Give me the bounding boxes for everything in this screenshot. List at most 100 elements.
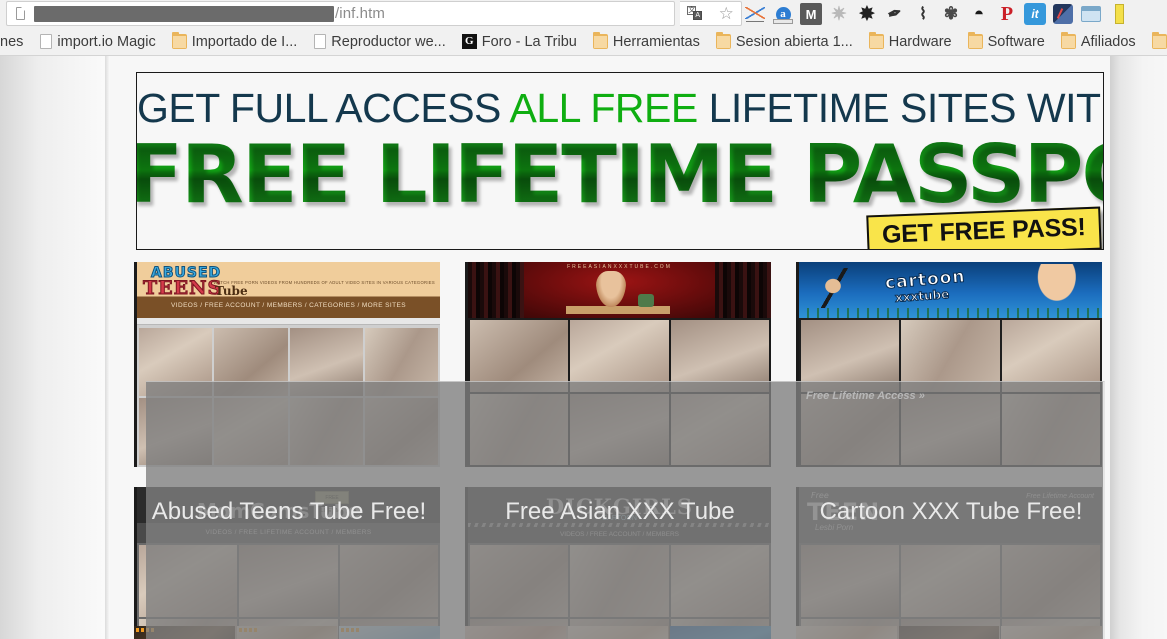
screen-capture-icon[interactable] (1080, 3, 1102, 25)
speed-dial-icon[interactable] (1052, 3, 1074, 25)
bookmarks-bar: nes import.io Magic Importado de I... Re… (0, 28, 1167, 56)
folder-icon (592, 32, 608, 49)
strip-thumbnail[interactable] (1001, 626, 1103, 639)
site-logo-line2: CARTOON (602, 515, 637, 522)
photo-tile (470, 545, 569, 617)
site-badge: FREE LIFETIME (315, 491, 349, 514)
strip-thumbnail[interactable] (796, 626, 897, 639)
url-redacted-block (34, 5, 334, 22)
magic-wand-icon[interactable]: ✒ (881, 0, 909, 28)
rating-dots-icon (136, 628, 154, 632)
strip-thumbnail[interactable] (898, 626, 1000, 639)
thumbnail-site-header: Free TEEN Lesbi Porn Free Lifetime Accou… (799, 487, 1102, 543)
seaweed-decor (799, 308, 1102, 318)
thumbnail-cartoon-xxx-tube[interactable]: cartoon xxxtube (796, 262, 1102, 467)
thumbnail-site-body (137, 318, 440, 467)
handbag-prop (638, 294, 654, 307)
pocket-owl-icon[interactable]: ◓ (968, 3, 990, 25)
bookmark-label: Sesion abierta 1... (735, 33, 853, 50)
thumbnail-site-header: cartoon xxxtube (799, 262, 1102, 318)
strip-thumbnail[interactable] (567, 626, 669, 639)
omnibox-row: /inf.htm 文A ☆ a M ✷ ✸ ✒ ⌇ ✾ ◓ P it (0, 0, 1167, 28)
bookmark-item-sesion-abierta[interactable]: Sesion abierta 1... (708, 30, 861, 54)
gmail-icon[interactable]: M (800, 3, 822, 25)
thumbnail-abused-teens-tube[interactable]: ABUSED TEENS Tube WATCH FREE PORN VIDEOS… (134, 262, 440, 467)
translate-icon[interactable]: 文A (687, 5, 704, 22)
amazon-price-icon[interactable]: a (772, 3, 794, 25)
gear-gray-icon[interactable]: ✷ (828, 3, 850, 25)
desk-lamp-icon[interactable]: ⌇ (912, 3, 934, 25)
bookmark-item-foro-la-tribu[interactable]: G Foro - La Tribu (454, 30, 585, 54)
address-bar[interactable]: /inf.htm (6, 1, 675, 26)
bookmark-label: Hardware (888, 33, 952, 50)
folder-icon (868, 32, 884, 49)
analytics-chart-icon[interactable] (744, 3, 766, 25)
thumbnail-free-asian-xxx-tube[interactable]: FREEASIANXXXTUBE.COM (465, 262, 771, 467)
photo-tile (139, 545, 238, 617)
folder-icon (715, 32, 731, 49)
strip-thumbnail[interactable] (236, 626, 338, 639)
photo-tile (801, 393, 900, 465)
banner-wordmark: FREE LIFETIME PASSPORT (137, 128, 1103, 221)
photo-tile (214, 328, 288, 396)
strip-thumbnail[interactable] (134, 626, 235, 639)
gear-dark-icon[interactable]: ✸ (856, 3, 878, 25)
photo-tile (801, 545, 900, 617)
bookmark-label: Foro - La Tribu (481, 33, 577, 50)
star-icon[interactable]: ☆ (719, 5, 734, 22)
thumbnail-photo-grid (468, 318, 771, 467)
curtain-right (715, 262, 771, 318)
bookmark-item-import-io-magic[interactable]: import.io Magic (31, 30, 163, 54)
strip-thumbnail[interactable] (465, 626, 566, 639)
photo-tile (670, 545, 769, 617)
thumbnail-photo-grid (468, 543, 771, 639)
evernote-icon[interactable]: ✾ (940, 3, 962, 25)
photo-tile (289, 328, 363, 396)
it-icon[interactable]: it (1024, 3, 1046, 25)
thumbnail-site-body (799, 543, 1102, 639)
photo-tile (901, 393, 1000, 465)
banner-headline-part2: LIFETIME SITES WITH (697, 85, 1104, 131)
promo-banner[interactable]: GET FULL ACCESS ALL FREE LIFETIME SITES … (136, 72, 1104, 250)
thumbnail-mom-cams-tube[interactable]: MomCamsTube FREE LIFETIME VIDEOS / FREE … (134, 487, 440, 639)
bookmark-item-software[interactable]: Software (960, 30, 1053, 54)
bookmark-item-herramientas[interactable]: Herramientas (585, 30, 708, 54)
photo-tile (339, 545, 438, 617)
thumbnail-site-header: ABUSED TEENS Tube WATCH FREE PORN VIDEOS… (137, 262, 440, 318)
bookmark-item-importado-de-i[interactable]: Importado de I... (164, 30, 306, 54)
curtain-left (468, 262, 524, 318)
photo-tile (470, 320, 569, 392)
pinterest-icon[interactable]: P (996, 3, 1018, 25)
photo-tile (570, 320, 669, 392)
folder-icon (1060, 32, 1076, 49)
bookmark-item-hardware[interactable]: Hardware (861, 30, 960, 54)
site-logo-line2: xxxtube (894, 287, 950, 306)
photo-tile (801, 320, 900, 392)
thumbnail-site-body (468, 543, 771, 639)
site-account-link[interactable]: Free Lifetime Account (1026, 493, 1094, 500)
yellow-marker-icon[interactable] (1108, 3, 1130, 25)
photo-tile (289, 397, 363, 465)
bookmark-item-afiliados[interactable]: Afiliados (1053, 30, 1144, 54)
page-icon (314, 34, 327, 49)
bookmark-item-overflow[interactable] (1144, 30, 1167, 54)
site-logo-line2: TEENS (142, 277, 223, 300)
folder-icon (967, 32, 983, 49)
strip-thumbnail[interactable] (339, 626, 441, 639)
photo-tile (1001, 393, 1100, 465)
thumbnail-dickgirls-cartoon[interactable]: DICKGIRLS CARTOON VIDEOS / FREE ACCOUNT … (465, 487, 771, 639)
folder-icon (171, 32, 187, 49)
bookmark-item-0[interactable]: nes (0, 30, 31, 54)
strip-thumbnail[interactable] (670, 626, 772, 639)
photo-tile (901, 320, 1000, 392)
url-text: /inf.htm (335, 5, 385, 22)
page-content: GET FULL ACCESS ALL FREE LIFETIME SITES … (110, 56, 1110, 639)
page-viewport: GET FULL ACCESS ALL FREE LIFETIME SITES … (0, 56, 1167, 639)
thumbnail-photo-grid (799, 543, 1102, 639)
bookmark-item-reproductor-we[interactable]: Reproductor we... (305, 30, 453, 54)
thumbnail-site-header: DICKGIRLS CARTOON VIDEOS / FREE ACCOUNT … (468, 487, 771, 543)
photo-tile (239, 545, 338, 617)
thumbnail-free-teen-lesbi-porn[interactable]: Free TEEN Lesbi Porn Free Lifetime Accou… (796, 487, 1102, 639)
thumbnail-site-header: FREEASIANXXXTUBE.COM (468, 262, 771, 318)
bookmark-label: Software (987, 33, 1045, 50)
